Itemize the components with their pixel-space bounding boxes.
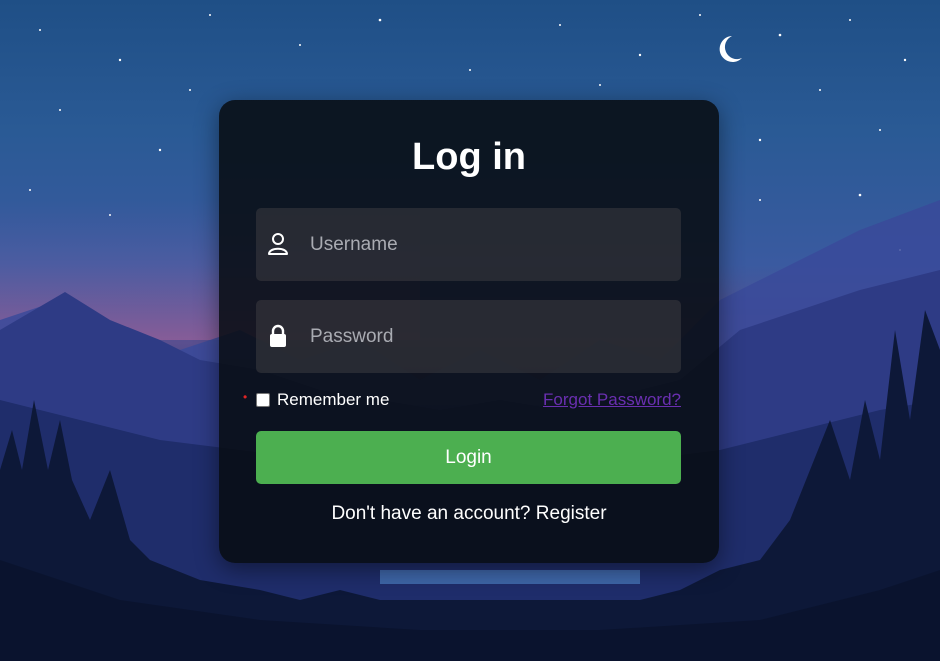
forgot-password-link[interactable]: Forgot Password? [543, 390, 681, 410]
username-input[interactable] [310, 208, 670, 281]
register-prompt-text: Don't have an account? [331, 503, 531, 524]
user-icon [268, 233, 288, 255]
required-marker: • [243, 390, 248, 404]
page-title: Log in [412, 136, 526, 178]
remember-me[interactable]: Remember me [256, 390, 389, 410]
lock-icon [270, 324, 286, 347]
login-card: Log in • Remember me Forgot Password? Lo… [219, 100, 719, 563]
crescent-moon-icon [719, 36, 742, 62]
login-button[interactable]: Login [256, 431, 681, 484]
username-field[interactable] [256, 208, 681, 281]
password-input[interactable] [310, 300, 670, 373]
register-prompt: Don't have an account? Register [219, 503, 719, 525]
remember-me-checkbox[interactable] [256, 393, 270, 407]
register-link[interactable]: Register [536, 503, 607, 524]
password-field[interactable] [256, 300, 681, 373]
remember-me-label: Remember me [277, 390, 390, 409]
